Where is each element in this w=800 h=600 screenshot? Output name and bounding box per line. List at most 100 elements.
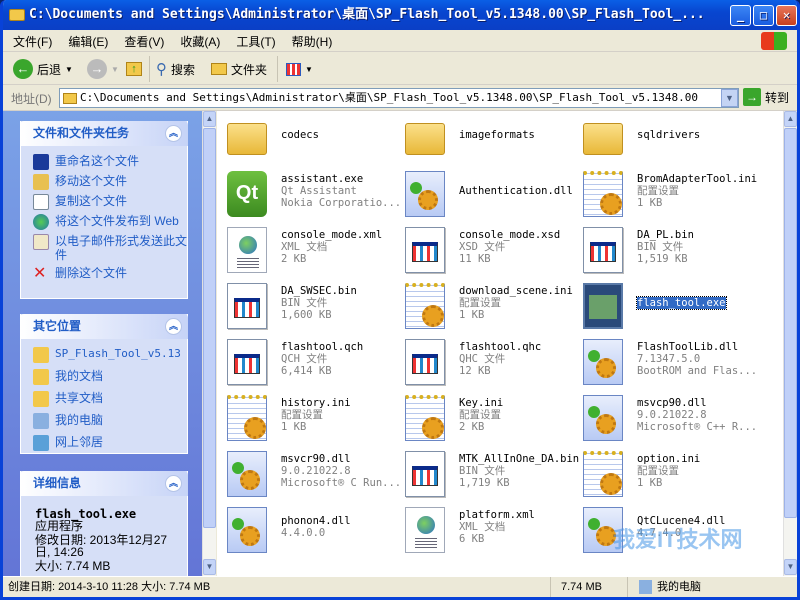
scroll-down-button[interactable]: ▼ — [203, 559, 216, 575]
file-item[interactable]: Key.ini 配置设置 2 KB — [401, 393, 581, 445]
menu-favorites[interactable]: 收藏(A) — [170, 30, 226, 50]
address-label: 地址(D) — [11, 92, 52, 106]
toolbar: ← 后退 ▼ → ▼ ↑ ⚲ 搜索 文件夹 ▼ — [3, 52, 797, 85]
task-delete[interactable]: ✕ 删除这个文件 — [21, 264, 187, 284]
file-item[interactable]: platform.xml XML 文档 6 KB — [401, 505, 581, 557]
computer-icon — [639, 580, 652, 594]
file-item[interactable]: phonon4.dll 4.4.0.0 — [223, 505, 403, 557]
views-button[interactable]: ▼ — [286, 58, 313, 80]
menu-edit[interactable]: 编辑(E) — [58, 30, 114, 50]
collapse-icon[interactable]: ︽ — [165, 475, 182, 492]
rename-icon — [33, 154, 49, 170]
back-button[interactable]: ← 后退 ▼ — [13, 58, 73, 80]
scroll-up-button[interactable]: ▲ — [203, 111, 216, 127]
close-button[interactable]: ✕ — [776, 5, 797, 26]
file-item[interactable]: BromAdapterTool.ini 配置设置 1 KB — [579, 169, 759, 221]
dropdown-arrow-icon[interactable]: ▼ — [111, 65, 119, 74]
file-detail: 1 KB — [637, 197, 663, 209]
maximize-button[interactable]: □ — [753, 5, 774, 26]
file-item[interactable]: sqldrivers — [579, 113, 759, 165]
collapse-icon[interactable]: ︽ — [165, 125, 182, 142]
file-item[interactable]: msvcr90.dll 9.0.21022.8 Microsoft® C Run..… — [223, 449, 403, 501]
search-button[interactable]: ⚲ 搜索 — [156, 58, 195, 80]
file-detail: 1,519 KB — [637, 253, 688, 265]
address-value: C:\Documents and Settings\Administrator\… — [80, 91, 699, 104]
folders-icon — [211, 63, 227, 75]
scroll-up-button[interactable]: ▲ — [784, 111, 797, 127]
move-icon — [33, 174, 49, 190]
file-item[interactable]: QtCLucene4.dll 4.7.4.0 — [579, 505, 759, 557]
file-detail: Nokia Corporatio... — [281, 197, 402, 209]
place-shared-documents[interactable]: 共享文档 — [21, 389, 187, 411]
task-label: 复制这个文件 — [55, 194, 128, 208]
address-input[interactable]: C:\Documents and Settings\Administrator\… — [59, 88, 739, 108]
file-item[interactable]: DA_PL.bin BIN 文件 1,519 KB — [579, 225, 759, 277]
file-item[interactable]: flash_tool.exe — [579, 281, 759, 333]
file-item[interactable]: Authentication.dll — [401, 169, 581, 221]
panel-header[interactable]: 文件和文件夹任务 ︽ — [20, 121, 188, 146]
file-item[interactable]: msvcp90.dll 9.0.21022.8 Microsoft® C++ R..… — [579, 393, 759, 445]
file-item[interactable]: flashtool.qhc QHC 文件 12 KB — [401, 337, 581, 389]
details-panel: 详细信息 ︽ flash_tool.exe 应用程序 修改日期: 2013年12月… — [20, 471, 188, 581]
address-dropdown[interactable]: ▼ — [721, 89, 738, 107]
collapse-icon[interactable]: ︽ — [165, 318, 182, 335]
file-item[interactable]: option.ini 配置设置 1 KB — [579, 449, 759, 501]
up-folder-button[interactable]: ↑ — [126, 58, 142, 80]
task-publish-web[interactable]: 将这个文件发布到 Web — [21, 212, 187, 232]
dropdown-arrow-icon[interactable]: ▼ — [65, 65, 73, 74]
file-item[interactable]: console_mode.xsd XSD 文件 11 KB — [401, 225, 581, 277]
file-item[interactable]: MTK_AllInOne_DA.bin BIN 文件 1,719 KB — [401, 449, 581, 501]
file-item[interactable]: flashtool.qch QCH 文件 6,414 KB — [223, 337, 403, 389]
dll-file-icon — [583, 339, 623, 385]
menu-file[interactable]: 文件(F) — [3, 30, 58, 50]
task-pane-scrollbar[interactable]: ▲ ▼ — [202, 111, 216, 576]
minimize-button[interactable]: _ — [730, 5, 751, 26]
panel-header[interactable]: 其它位置 ︽ — [20, 314, 188, 339]
file-list: codecs imageformats sqldrivers Qt assistant.… — [217, 111, 783, 576]
file-type: 配置设置 — [637, 465, 679, 477]
scroll-down-button[interactable]: ▼ — [784, 559, 797, 575]
details-type: 应用程序 — [35, 519, 84, 533]
forward-button[interactable]: → ▼ — [87, 58, 119, 80]
file-item[interactable]: FlashToolLib.dll 7.1347.5.0 BootROM and Fl… — [579, 337, 759, 389]
file-name: console_mode.xml — [281, 229, 383, 241]
scroll-thumb[interactable] — [784, 128, 797, 518]
task-copy[interactable]: 复制这个文件 — [21, 192, 187, 212]
file-type: 配置设置 — [459, 409, 501, 421]
file-detail: 1,600 KB — [281, 309, 332, 321]
folder-file-icon — [583, 123, 623, 155]
file-item[interactable]: console_mode.xml XML 文档 2 KB — [223, 225, 403, 277]
task-rename[interactable]: 重命名这个文件 — [21, 152, 187, 172]
ini-file-icon — [405, 395, 445, 441]
panel-header[interactable]: 详细信息 ︽ — [20, 471, 188, 496]
file-item[interactable]: Qt assistant.exe Qt Assistant Nokia Corpora… — [223, 169, 403, 221]
file-list-scrollbar[interactable]: ▲ ▼ — [783, 111, 797, 576]
task-email[interactable]: 以电子邮件形式发送此文件 — [21, 232, 187, 264]
file-name: msvcr90.dll — [281, 453, 351, 465]
file-name: DA_SWSEC.bin — [281, 285, 357, 297]
place-my-documents[interactable]: 我的文档 — [21, 367, 187, 389]
details-size: 大小: 7.74 MB — [35, 559, 111, 573]
file-item[interactable]: codecs — [223, 113, 403, 165]
place-network[interactable]: 网上邻居 — [21, 433, 187, 453]
folder-icon — [33, 347, 49, 363]
file-item[interactable]: DA_SWSEC.bin BIN 文件 1,600 KB — [223, 281, 403, 333]
file-item[interactable]: imageformats — [401, 113, 581, 165]
xml-file-icon — [227, 227, 267, 273]
menu-tools[interactable]: 工具(T) — [226, 30, 281, 50]
place-parent-folder[interactable]: SP_Flash_Tool_v5.13 — [21, 345, 187, 367]
folders-label: 文件夹 — [231, 62, 268, 77]
panel-title: 详细信息 — [33, 476, 82, 490]
file-item[interactable]: download_scene.ini 配置设置 1 KB — [401, 281, 581, 333]
doc-file-icon — [227, 283, 267, 329]
menu-view[interactable]: 查看(V) — [114, 30, 170, 50]
ini-file-icon — [583, 451, 623, 497]
scroll-thumb[interactable] — [203, 128, 216, 528]
file-item[interactable]: history.ini 配置设置 1 KB — [223, 393, 403, 445]
menu-help[interactable]: 帮助(H) — [282, 30, 339, 50]
task-move[interactable]: 移动这个文件 — [21, 172, 187, 192]
go-button[interactable]: → 转到 — [743, 88, 789, 106]
file-name: DA_PL.bin — [637, 229, 694, 241]
folders-button[interactable]: 文件夹 — [211, 58, 267, 80]
place-my-computer[interactable]: 我的电脑 — [21, 411, 187, 433]
